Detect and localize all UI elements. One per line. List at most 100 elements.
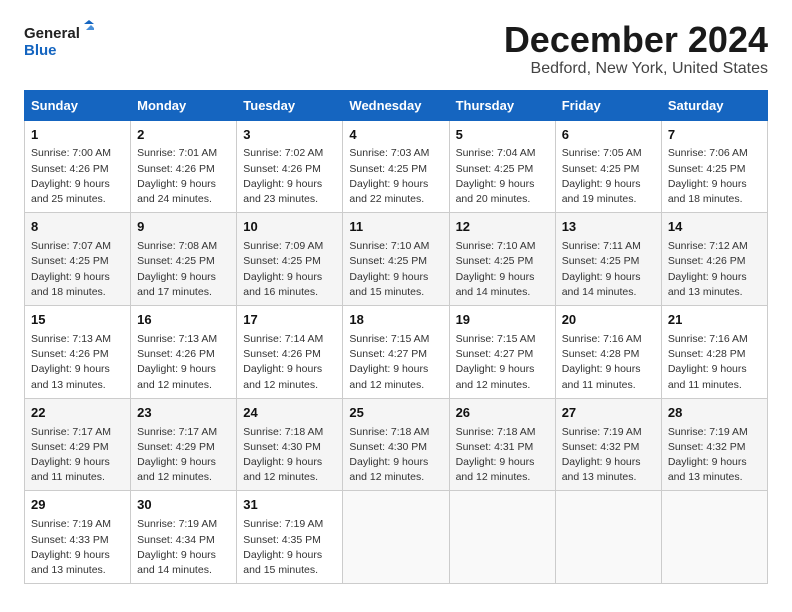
daylight-label: Daylight: 9 hours and 20 minutes. — [456, 178, 535, 205]
logo: General Blue — [24, 20, 94, 62]
daylight-label: Daylight: 9 hours and 11 minutes. — [668, 363, 747, 390]
day-header-wednesday: Wednesday — [343, 90, 449, 120]
calendar-cell: 9Sunrise: 7:08 AMSunset: 4:25 PMDaylight… — [131, 213, 237, 306]
day-number: 6 — [562, 126, 655, 145]
daylight-label: Daylight: 9 hours and 12 minutes. — [137, 363, 216, 390]
day-number: 10 — [243, 218, 336, 237]
calendar-week-1: 1Sunrise: 7:00 AMSunset: 4:26 PMDaylight… — [25, 120, 768, 213]
calendar-cell: 8Sunrise: 7:07 AMSunset: 4:25 PMDaylight… — [25, 213, 131, 306]
sunset-label: Sunset: 4:26 PM — [137, 163, 215, 175]
calendar-cell: 14Sunrise: 7:12 AMSunset: 4:26 PMDayligh… — [661, 213, 767, 306]
calendar-cell: 22Sunrise: 7:17 AMSunset: 4:29 PMDayligh… — [25, 398, 131, 491]
calendar-cell: 31 Sunrise: 7:19 AM Sunset: 4:35 PM Dayligh… — [237, 491, 343, 584]
sunrise-label: Sunrise: 7:13 AM — [31, 333, 111, 345]
calendar-week-5: 29 Sunrise: 7:19 AM Sunset: 4:33 PM Dayligh… — [25, 491, 768, 584]
calendar-cell — [449, 491, 555, 584]
daylight-label: Daylight: 9 hours and 15 minutes. — [349, 271, 428, 298]
sunset-label: Sunset: 4:35 PM — [243, 534, 321, 546]
day-number: 8 — [31, 218, 124, 237]
day-number: 30 — [137, 496, 230, 515]
sunrise-label: Sunrise: 7:15 AM — [456, 333, 536, 345]
calendar-cell: 20Sunrise: 7:16 AMSunset: 4:28 PMDayligh… — [555, 306, 661, 399]
sunrise-label: Sunrise: 7:15 AM — [349, 333, 429, 345]
daylight-label: Daylight: 9 hours and 12 minutes. — [349, 363, 428, 390]
day-number: 17 — [243, 311, 336, 330]
day-number: 19 — [456, 311, 549, 330]
sunset-label: Sunset: 4:25 PM — [349, 163, 427, 175]
sunset-label: Sunset: 4:25 PM — [456, 255, 534, 267]
sunset-label: Sunset: 4:25 PM — [31, 255, 109, 267]
day-header-thursday: Thursday — [449, 90, 555, 120]
day-number: 26 — [456, 404, 549, 423]
daylight-label: Daylight: 9 hours and 15 minutes. — [243, 549, 322, 576]
daylight-label: Daylight: 9 hours and 18 minutes. — [668, 178, 747, 205]
sunrise-label: Sunrise: 7:19 AM — [562, 426, 642, 438]
day-number: 14 — [668, 218, 761, 237]
calendar-cell: 13Sunrise: 7:11 AMSunset: 4:25 PMDayligh… — [555, 213, 661, 306]
daylight-label: Daylight: 9 hours and 19 minutes. — [562, 178, 641, 205]
calendar-cell: 18 Sunrise: 7:15 AM Sunset: 4:27 PM Dayligh… — [343, 306, 449, 399]
calendar-cell: 23Sunrise: 7:17 AMSunset: 4:29 PMDayligh… — [131, 398, 237, 491]
sunset-label: Sunset: 4:29 PM — [31, 441, 109, 453]
day-number: 31 — [243, 496, 336, 515]
daylight-label: Daylight: 9 hours and 16 minutes. — [243, 271, 322, 298]
sunrise-label: Sunrise: 7:01 AM — [137, 147, 217, 159]
sunset-label: Sunset: 4:25 PM — [137, 255, 215, 267]
day-number: 22 — [31, 404, 124, 423]
calendar-cell — [343, 491, 449, 584]
calendar-cell: 27Sunrise: 7:19 AMSunset: 4:32 PMDayligh… — [555, 398, 661, 491]
day-number: 28 — [668, 404, 761, 423]
sunset-label: Sunset: 4:31 PM — [456, 441, 534, 453]
calendar-week-4: 22Sunrise: 7:17 AMSunset: 4:29 PMDayligh… — [25, 398, 768, 491]
day-number: 12 — [456, 218, 549, 237]
header: General Blue December 2024 Bedford, New … — [24, 20, 768, 78]
day-number: 11 — [349, 218, 442, 237]
calendar-cell: 7Sunrise: 7:06 AMSunset: 4:25 PMDaylight… — [661, 120, 767, 213]
day-number: 23 — [137, 404, 230, 423]
sunrise-label: Sunrise: 7:05 AM — [562, 147, 642, 159]
daylight-label: Daylight: 9 hours and 12 minutes. — [243, 363, 322, 390]
calendar-cell: 2Sunrise: 7:01 AMSunset: 4:26 PMDaylight… — [131, 120, 237, 213]
sunset-label: Sunset: 4:33 PM — [31, 534, 109, 546]
day-number: 18 — [349, 311, 442, 330]
sunset-label: Sunset: 4:26 PM — [137, 348, 215, 360]
day-number: 7 — [668, 126, 761, 145]
location: Bedford, New York, United States — [504, 60, 768, 78]
calendar-table: SundayMondayTuesdayWednesdayThursdayFrid… — [24, 90, 768, 585]
sunset-label: Sunset: 4:32 PM — [562, 441, 640, 453]
sunrise-label: Sunrise: 7:18 AM — [456, 426, 536, 438]
sunrise-label: Sunrise: 7:10 AM — [349, 240, 429, 252]
sunset-label: Sunset: 4:28 PM — [668, 348, 746, 360]
day-number: 9 — [137, 218, 230, 237]
sunrise-label: Sunrise: 7:19 AM — [243, 518, 323, 530]
daylight-label: Daylight: 9 hours and 12 minutes. — [243, 456, 322, 483]
daylight-label: Daylight: 9 hours and 24 minutes. — [137, 178, 216, 205]
calendar-cell: 4Sunrise: 7:03 AMSunset: 4:25 PMDaylight… — [343, 120, 449, 213]
sunrise-label: Sunrise: 7:19 AM — [668, 426, 748, 438]
sunset-label: Sunset: 4:25 PM — [349, 255, 427, 267]
calendar-cell: 1Sunrise: 7:00 AMSunset: 4:26 PMDaylight… — [25, 120, 131, 213]
sunset-label: Sunset: 4:25 PM — [456, 163, 534, 175]
day-number: 21 — [668, 311, 761, 330]
day-header-friday: Friday — [555, 90, 661, 120]
sunset-label: Sunset: 4:25 PM — [562, 255, 640, 267]
calendar-cell — [555, 491, 661, 584]
calendar-week-2: 8Sunrise: 7:07 AMSunset: 4:25 PMDaylight… — [25, 213, 768, 306]
sunrise-label: Sunrise: 7:13 AM — [137, 333, 217, 345]
day-number: 29 — [31, 496, 124, 515]
calendar-cell: 21Sunrise: 7:16 AMSunset: 4:28 PMDayligh… — [661, 306, 767, 399]
sunrise-label: Sunrise: 7:14 AM — [243, 333, 323, 345]
daylight-label: Daylight: 9 hours and 22 minutes. — [349, 178, 428, 205]
daylight-label: Daylight: 9 hours and 12 minutes. — [137, 456, 216, 483]
calendar-cell: 24Sunrise: 7:18 AMSunset: 4:30 PMDayligh… — [237, 398, 343, 491]
sunrise-label: Sunrise: 7:02 AM — [243, 147, 323, 159]
sunset-label: Sunset: 4:27 PM — [349, 348, 427, 360]
sunrise-label: Sunrise: 7:03 AM — [349, 147, 429, 159]
calendar-cell: 3Sunrise: 7:02 AMSunset: 4:26 PMDaylight… — [237, 120, 343, 213]
calendar-cell: 29Sunrise: 7:19 AMSunset: 4:33 PMDayligh… — [25, 491, 131, 584]
daylight-label: Daylight: 9 hours and 11 minutes. — [31, 456, 110, 483]
sunset-label: Sunset: 4:30 PM — [349, 441, 427, 453]
sunrise-label: Sunrise: 7:19 AM — [31, 518, 111, 530]
daylight-label: Daylight: 9 hours and 23 minutes. — [243, 178, 322, 205]
day-header-monday: Monday — [131, 90, 237, 120]
